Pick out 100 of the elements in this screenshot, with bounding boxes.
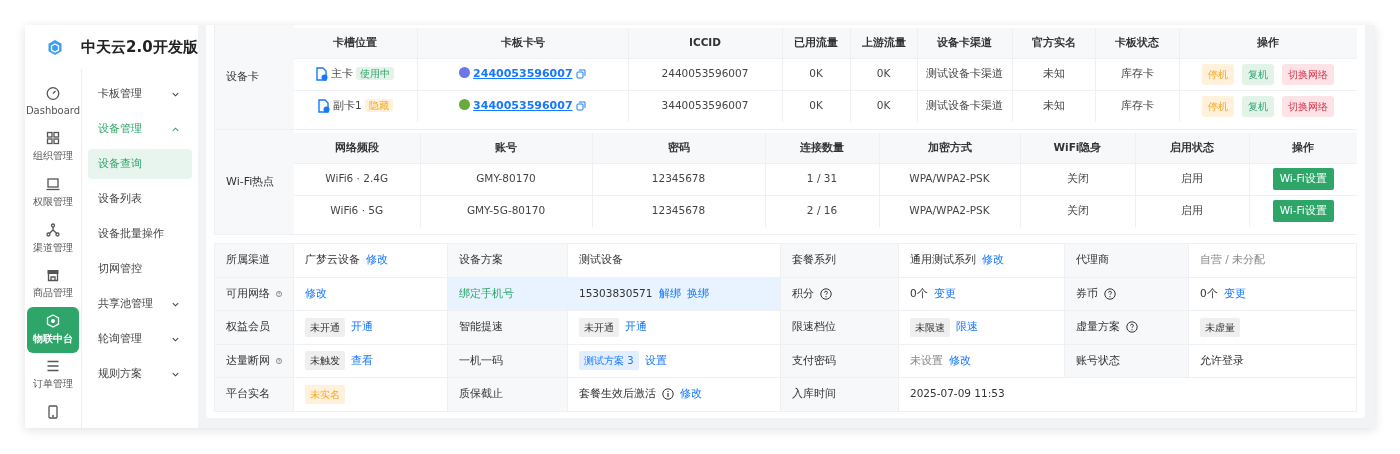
help-icon[interactable] bbox=[1126, 321, 1138, 334]
menu-item[interactable]: 设备查询 bbox=[88, 149, 192, 179]
action-button[interactable]: 复机 bbox=[1242, 95, 1275, 117]
action-link[interactable]: 限速 bbox=[956, 319, 978, 336]
field-label: 智能提速 bbox=[459, 319, 503, 335]
status-tag: 使用中 bbox=[356, 67, 395, 81]
action-button[interactable]: 切换网络 bbox=[1282, 95, 1335, 117]
menu-item[interactable]: 切网管控 bbox=[88, 252, 192, 287]
column-header: 加密方式 bbox=[879, 133, 1020, 163]
table-cell: WiFi6 · 2.4G bbox=[294, 163, 420, 195]
action-link[interactable]: 修改 bbox=[949, 352, 971, 369]
action-link[interactable]: 开通 bbox=[351, 319, 373, 336]
status-tag: 隐藏 bbox=[364, 99, 393, 113]
status-tag: 未触发 bbox=[305, 351, 345, 371]
menu-group[interactable]: 共享池管理 bbox=[88, 287, 192, 322]
field-label: 质保截止 bbox=[459, 386, 503, 402]
wifi-settings-button[interactable]: Wi-Fi设置 bbox=[1272, 200, 1334, 223]
table-cell: 关闭 bbox=[1020, 163, 1135, 195]
list-icon bbox=[46, 359, 60, 374]
table-cell: 0K bbox=[782, 90, 850, 122]
status-tag: 未开通 bbox=[305, 317, 345, 337]
table-cell: 0K bbox=[850, 58, 917, 90]
action-button[interactable]: 切换网络 bbox=[1282, 63, 1335, 85]
action-link[interactable]: 换绑 bbox=[686, 285, 709, 302]
copy-icon[interactable] bbox=[575, 68, 586, 79]
rail-item[interactable]: 渠道管理 bbox=[27, 215, 79, 262]
table-cell: 12345678 bbox=[592, 195, 765, 227]
table-cell: 测试设备卡渠道 bbox=[917, 58, 1012, 90]
rail-item[interactable]: 组织管理 bbox=[27, 124, 79, 171]
action-link[interactable]: 查看 bbox=[351, 352, 373, 369]
action-link[interactable]: 修改 bbox=[366, 252, 388, 269]
laptop-icon bbox=[46, 177, 60, 191]
rail-item[interactable]: Dashboard bbox=[27, 79, 79, 125]
rail-item[interactable]: 物联中台 bbox=[27, 307, 79, 353]
table-cell: 测试设备卡渠道 bbox=[917, 90, 1012, 122]
field-value: 允许登录 bbox=[1200, 352, 1244, 368]
help-icon[interactable] bbox=[1104, 287, 1116, 300]
slot-label: 主卡 bbox=[331, 67, 354, 80]
action-link[interactable]: 开通 bbox=[625, 319, 647, 336]
field-label: 套餐系列 bbox=[792, 252, 836, 268]
status-tag: 未虚量 bbox=[1200, 317, 1240, 337]
field-value: 广梦云设备 bbox=[305, 252, 360, 268]
sim-card-icon bbox=[317, 99, 330, 114]
action-link[interactable]: 修改 bbox=[982, 252, 1004, 269]
field-value: 未设置 bbox=[910, 352, 943, 368]
table-cell: WPA/WPA2-PSK bbox=[879, 163, 1020, 195]
field-label: 入库时间 bbox=[792, 386, 836, 402]
action-link[interactable]: 修改 bbox=[305, 285, 327, 302]
rail-item[interactable]: 权限管理 bbox=[27, 170, 79, 216]
grid-icon bbox=[46, 131, 60, 146]
action-link[interactable]: 解绑 bbox=[658, 285, 681, 302]
copy-icon[interactable] bbox=[575, 101, 586, 111]
field-label: 账号状态 bbox=[1076, 352, 1120, 368]
table-cell: 启用 bbox=[1135, 163, 1249, 195]
rail-item[interactable]: 订单管理 bbox=[27, 352, 79, 399]
network-nodes-icon bbox=[46, 222, 60, 237]
help-icon[interactable] bbox=[820, 287, 832, 300]
menu-item[interactable]: 设备批量操作 bbox=[88, 217, 192, 252]
table-cell: GMY-5G-80170 bbox=[420, 195, 592, 227]
wifi-settings-button[interactable]: Wi-Fi设置 bbox=[1272, 168, 1334, 190]
table-cell: 2 / 16 bbox=[765, 195, 879, 227]
menu-group[interactable]: 规则方案 bbox=[88, 357, 192, 392]
chevron-down-icon bbox=[171, 370, 180, 379]
column-header: 卡板状态 bbox=[1095, 28, 1179, 58]
card-number-link[interactable]: 3440053596007 bbox=[473, 99, 573, 112]
store-icon bbox=[46, 268, 60, 283]
action-link[interactable]: 设置 bbox=[644, 352, 667, 369]
status-tag: 未实名 bbox=[305, 384, 345, 404]
app-title: 中天云2.0开发版 bbox=[81, 36, 198, 58]
menu-group[interactable]: 设备管理 bbox=[88, 112, 192, 147]
column-header: 账号 bbox=[420, 133, 592, 163]
table-cell: 1 / 31 bbox=[765, 163, 879, 195]
action-link[interactable]: 变更 bbox=[933, 285, 956, 302]
column-header: 上游流量 bbox=[850, 28, 917, 58]
menu-item[interactable]: 设备列表 bbox=[88, 182, 192, 217]
chevron-down-icon bbox=[171, 90, 180, 99]
field-label: 一机一码 bbox=[459, 352, 503, 368]
field-value: 套餐生效后激活 bbox=[579, 386, 656, 402]
field-label: 积分 bbox=[792, 285, 814, 301]
menu-group[interactable]: 轮询管理 bbox=[88, 322, 192, 357]
rail-item[interactable]: 商品管理 bbox=[27, 261, 79, 308]
field-label: 限速档位 bbox=[792, 319, 836, 335]
column-header: 设备卡渠道 bbox=[917, 28, 1012, 58]
plan-tag: 测试方案 3 bbox=[579, 351, 639, 371]
sim-card-icon bbox=[316, 67, 329, 82]
table-cell: WPA/WPA2-PSK bbox=[879, 195, 1020, 227]
action-link[interactable]: 变更 bbox=[1223, 285, 1246, 302]
menu-group[interactable]: 卡板管理 bbox=[88, 77, 192, 112]
column-header: 官方实名 bbox=[1012, 28, 1095, 58]
field-label: 虚量方案 bbox=[1076, 319, 1120, 335]
card-number-link[interactable]: 2440053596007 bbox=[473, 66, 573, 80]
chevron-up-icon bbox=[171, 125, 180, 134]
table-cell: 12345678 bbox=[592, 163, 765, 195]
table-cell: 未知 bbox=[1012, 58, 1095, 90]
info-icon[interactable] bbox=[662, 388, 674, 401]
status-tag: 未开通 bbox=[579, 317, 619, 337]
table-cell: GMY-80170 bbox=[420, 163, 592, 195]
field-value: 测试设备 bbox=[579, 252, 623, 268]
action-link[interactable]: 修改 bbox=[680, 386, 702, 403]
action-button[interactable]: 复机 bbox=[1242, 63, 1275, 85]
